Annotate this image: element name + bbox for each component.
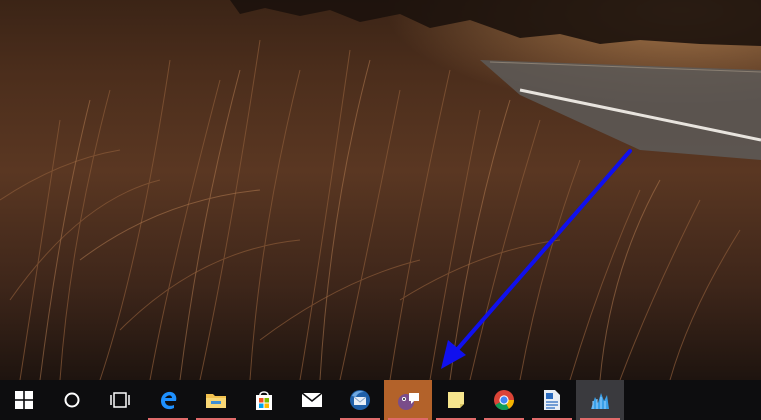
windows-start-icon xyxy=(15,391,33,409)
taskbar-app-chat[interactable] xyxy=(384,380,432,420)
taskbar-app-store[interactable] xyxy=(240,380,288,420)
chrome-icon xyxy=(494,390,515,411)
blue-app-icon xyxy=(591,393,609,409)
task-view-icon xyxy=(110,392,130,408)
taskbar-app-document-editor[interactable] xyxy=(528,380,576,420)
taskbar-app-file-explorer[interactable] xyxy=(192,380,240,420)
store-icon xyxy=(256,391,272,410)
document-editor-icon xyxy=(544,390,560,410)
sticky-notes-icon xyxy=(448,392,464,408)
start-button[interactable] xyxy=(0,380,48,420)
thunderbird-icon xyxy=(350,390,370,410)
taskbar-app-mail[interactable] xyxy=(288,380,336,420)
taskbar xyxy=(0,380,761,420)
cortana-search-button[interactable] xyxy=(48,380,96,420)
taskbar-app-sticky-notes[interactable] xyxy=(432,380,480,420)
file-explorer-icon xyxy=(206,394,226,408)
desktop-wallpaper xyxy=(0,0,761,380)
cortana-search-icon xyxy=(64,392,80,408)
taskbar-app-blue[interactable] xyxy=(576,380,624,420)
taskbar-app-thunderbird[interactable] xyxy=(336,380,384,420)
taskbar-app-chrome[interactable] xyxy=(480,380,528,420)
task-view-button[interactable] xyxy=(96,380,144,420)
wallpaper-scene xyxy=(0,0,761,380)
edge-browser-icon xyxy=(161,391,177,410)
mail-icon xyxy=(301,392,323,407)
chat-app-icon xyxy=(398,393,419,410)
taskbar-app-edge[interactable] xyxy=(144,380,192,420)
